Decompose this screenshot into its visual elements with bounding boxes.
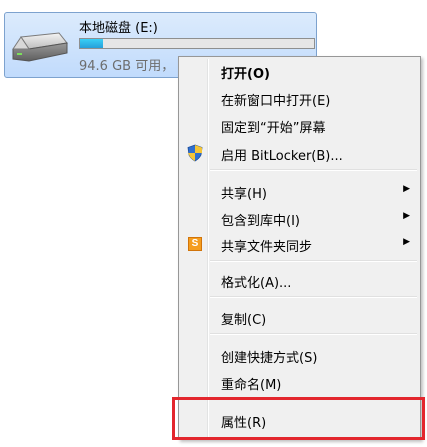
menu-item-bitlocker[interactable]: 启用 BitLocker(B)... [181, 142, 418, 164]
shield-icon [187, 144, 203, 162]
menu-item-label: 复制(C) [221, 313, 267, 328]
submenu-arrow-icon: ▶ [403, 211, 410, 221]
menu-item-label: 共享文件夹同步 [221, 240, 313, 255]
menu-item-label: 启用 BitLocker(B)... [221, 149, 343, 164]
properties-highlight-box [172, 397, 425, 440]
menu-item-label: 固定到“开始”屏幕 [221, 121, 326, 136]
menu-separator [210, 260, 417, 262]
menu-item-share[interactable]: 共享(H) ▶ [181, 180, 418, 202]
menu-item-copy[interactable]: 复制(C) [181, 306, 418, 328]
menu-item-rename[interactable]: 重命名(M) [181, 371, 418, 393]
drive-name: 本地磁盘 (E:) [79, 21, 158, 36]
drive-free-space: 94.6 GB 可用， [79, 59, 175, 74]
menu-item-label: 创建快捷方式(S) [221, 351, 318, 366]
sync-s-icon: S [186, 235, 204, 253]
menu-item-create-shortcut[interactable]: 创建快捷方式(S) [181, 344, 418, 366]
drive-usage-fill [80, 39, 104, 48]
menu-item-label: 重命名(M) [221, 378, 282, 393]
drive-usage-bar [79, 38, 315, 49]
menu-separator [210, 296, 417, 298]
menu-item-label: 在新窗口中打开(E) [221, 94, 331, 109]
submenu-arrow-icon: ▶ [403, 184, 410, 194]
menu-item-shared-folder-sync[interactable]: S 共享文件夹同步 ▶ [181, 233, 418, 255]
menu-item-label: 共享(H) [221, 187, 267, 202]
menu-item-pin-to-start[interactable]: 固定到“开始”屏幕 [181, 114, 418, 136]
submenu-arrow-icon: ▶ [403, 237, 410, 247]
menu-item-label: 格式化(A)... [221, 276, 292, 291]
menu-item-label: 打开(O) [221, 67, 270, 82]
menu-item-open[interactable]: 打开(O) [181, 60, 418, 82]
context-menu: 打开(O) 在新窗口中打开(E) 固定到“开始”屏幕 启用 BitLocker(… [178, 56, 421, 440]
menu-item-include-in-library[interactable]: 包含到库中(I) ▶ [181, 207, 418, 229]
menu-item-format[interactable]: 格式化(A)... [181, 269, 418, 291]
menu-separator [210, 169, 417, 171]
menu-item-open-new-window[interactable]: 在新窗口中打开(E) [181, 87, 418, 109]
menu-item-label: 包含到库中(I) [221, 214, 300, 229]
hard-drive-icon [12, 32, 68, 62]
menu-separator [210, 333, 417, 335]
